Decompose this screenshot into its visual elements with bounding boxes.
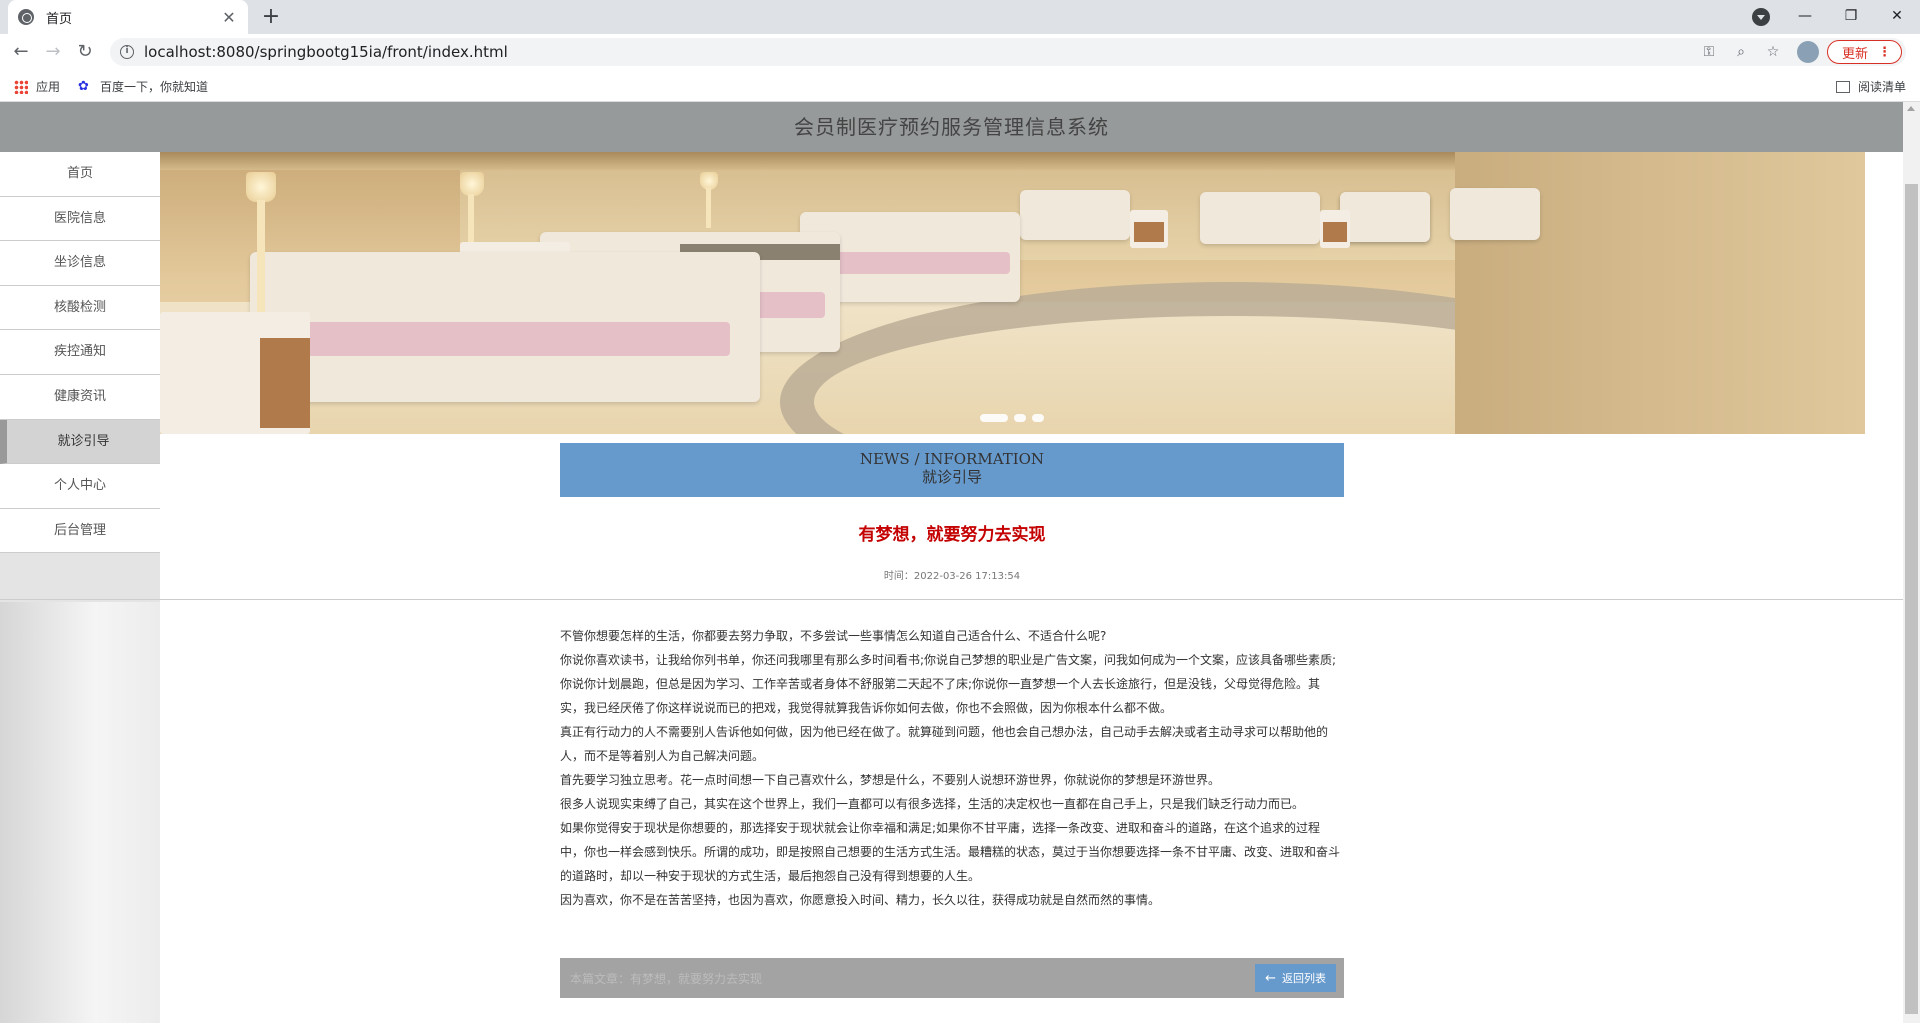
- address-bar[interactable]: i localhost:8080/springbootg15ia/front/i…: [110, 38, 1906, 66]
- bookmark-baidu[interactable]: ✿ 百度一下，你就知道: [78, 78, 208, 95]
- mattress-image: [270, 322, 730, 356]
- hospital-bed-image: [1450, 188, 1540, 240]
- sidebar-item-clinic-schedule[interactable]: 坐诊信息: [0, 241, 160, 286]
- scroll-up-icon[interactable]: [1907, 106, 1915, 111]
- sidebar-item-cdc-notice[interactable]: 疾控通知: [0, 330, 160, 375]
- scrollbar-thumb[interactable]: [1905, 184, 1918, 1014]
- article-paragraph: 如果你觉得安于现状是你想要的，那选择安于现状就会让你幸福和满足;如果你不甘平庸，…: [560, 821, 1341, 883]
- article-footer: 本篇文章：有梦想，就要努力去实现 ← 返回列表: [560, 958, 1344, 998]
- sidebar-nav: 首页 医院信息 坐诊信息 核酸检测 疾控通知 健康资讯 就诊引导 个人中心 后台…: [0, 152, 160, 554]
- browser-toolbar: ← → ↻ i localhost:8080/springbootg15ia/f…: [0, 34, 1920, 70]
- close-tab-icon[interactable]: ✕: [220, 8, 238, 27]
- url-text[interactable]: localhost:8080/springbootg15ia/front/ind…: [144, 43, 508, 61]
- reading-list-icon: [1836, 80, 1850, 93]
- reload-icon[interactable]: ↻: [72, 39, 98, 65]
- section-heading-en: NEWS / INFORMATION: [859, 450, 1045, 468]
- minimize-icon[interactable]: —: [1782, 0, 1828, 34]
- carousel-dot[interactable]: [1014, 414, 1026, 422]
- tab-search-icon[interactable]: [1752, 8, 1770, 26]
- sidebar-item-visit-guide[interactable]: 就诊引导: [0, 419, 160, 465]
- site-header: 会员制医疗预约服务管理信息系统: [0, 102, 1903, 152]
- back-to-list-button[interactable]: ← 返回列表: [1255, 964, 1336, 992]
- sidebar-footer: [0, 553, 160, 602]
- page-viewport: 会员制医疗预约服务管理信息系统 首页 医院信息 坐诊信息 核酸检测 疾控通知 健…: [0, 102, 1920, 1023]
- article-paragraph: 因为喜欢，你不是在苦苦坚持，也因为喜欢，你愿意投入时间、精力，长久以往，获得成功…: [560, 893, 1161, 907]
- mattress-image: [810, 252, 1010, 274]
- article-paragraph: 不管你想要怎样的生活，你都要去努力争取，不多尝试一些事情怎么知道自己适合什么、不…: [560, 629, 1107, 643]
- hospital-bed-image: [1340, 192, 1430, 242]
- back-arrow-icon[interactable]: ←: [8, 39, 34, 65]
- article-timestamp: 时间：2022-03-26 17:13:54: [883, 571, 1021, 582]
- avatar[interactable]: [1796, 41, 1819, 63]
- current-article-label: 本篇文章：有梦想，就要努力去实现: [570, 972, 763, 986]
- hospital-bed-image: [1020, 190, 1130, 240]
- globe-icon: [18, 9, 34, 25]
- divider: [160, 599, 1903, 600]
- drawer-image: [1134, 222, 1164, 242]
- arrow-left-icon: ←: [1265, 970, 1276, 986]
- tab-title: 首页: [46, 11, 73, 27]
- sidebar-item-health-news[interactable]: 健康资讯: [0, 374, 160, 420]
- article-paragraph: 很多人说现实束缚了自己，其实在这个世界上，我们一直都可以有很多选择，生活的决定权…: [560, 797, 1305, 811]
- lamp-image: [460, 172, 484, 196]
- article-paragraph: 首先要学习独立思考。花一点时间想一下自己喜欢什么，梦想是什么，不要别人说想环游世…: [560, 773, 1221, 787]
- carousel-dot[interactable]: [1032, 414, 1044, 422]
- lamp-stand-image: [706, 188, 711, 228]
- sidebar-item-personal-center[interactable]: 个人中心: [0, 464, 160, 509]
- update-label: 更新: [1841, 46, 1868, 62]
- bookmark-star-icon[interactable]: ☆: [1757, 44, 1789, 60]
- browser-tab-strip: 首页 ✕ + — ❐ ✕: [0, 0, 1920, 34]
- page-scrollbar[interactable]: [1903, 102, 1920, 1023]
- reading-list[interactable]: 阅读清单: [1836, 78, 1906, 95]
- hospital-bed-image: [1200, 192, 1320, 244]
- bookmarks-bar: 应用 ✿ 百度一下，你就知道 阅读清单: [0, 70, 1920, 102]
- drawer-image: [260, 338, 310, 428]
- sidebar: 首页 医院信息 坐诊信息 核酸检测 疾控通知 健康资讯 就诊引导 个人中心 后台…: [0, 152, 160, 1023]
- forward-arrow-icon[interactable]: →: [40, 39, 66, 65]
- article-title: 有梦想，就要努力去实现: [858, 525, 1046, 545]
- banner-carousel[interactable]: [160, 152, 1865, 434]
- bookmark-apps[interactable]: 应用: [14, 78, 60, 95]
- section-heading: NEWS / INFORMATION 就诊引导: [560, 443, 1344, 497]
- sidebar-item-hospital-info[interactable]: 医院信息: [0, 196, 160, 242]
- bookmark-label: 百度一下，你就知道: [100, 80, 209, 94]
- baidu-paw-icon: ✿: [78, 78, 89, 94]
- article-paragraph: 你说你喜欢读书，让我给你列书单，你还问我哪里有那么多时间看书;你说自己梦想的职业…: [560, 653, 1337, 715]
- restore-icon[interactable]: ❐: [1828, 0, 1874, 34]
- lamp-stand-image: [257, 200, 265, 312]
- update-button[interactable]: 更新 ⋮: [1826, 40, 1902, 64]
- sidebar-item-nucleic-test[interactable]: 核酸检测: [0, 285, 160, 331]
- site-title: 会员制医疗预约服务管理信息系统: [794, 115, 1109, 139]
- reading-list-label: 阅读清单: [1858, 80, 1907, 94]
- carousel-pager: [980, 414, 1044, 422]
- lamp-image: [246, 172, 276, 202]
- carousel-dot[interactable]: [980, 414, 1008, 422]
- article-paragraph: 真正有行动力的人不需要别人告诉他如何做，因为他已经在做了。就算碰到问题，他也会自…: [560, 725, 1329, 763]
- article-body: 不管你想要怎样的生活，你都要去努力争取，不多尝试一些事情怎么知道自己适合什么、不…: [560, 624, 1344, 912]
- drawer-image: [1323, 222, 1347, 242]
- bookmark-label: 应用: [36, 80, 61, 94]
- more-menu-icon: ⋮: [1878, 44, 1891, 60]
- lamp-stand-image: [468, 194, 474, 242]
- new-tab-icon[interactable]: +: [258, 4, 284, 30]
- divider: [0, 599, 160, 600]
- key-icon[interactable]: ⚿: [1693, 44, 1725, 60]
- section-heading-cn: 就诊引导: [921, 468, 982, 486]
- site-info-icon[interactable]: i: [120, 45, 134, 59]
- zoom-icon[interactable]: ⌕: [1725, 44, 1757, 60]
- sidebar-item-home[interactable]: 首页: [0, 152, 160, 197]
- back-to-list-label: 返回列表: [1282, 972, 1326, 985]
- apps-grid-icon: [14, 79, 28, 94]
- sidebar-item-admin[interactable]: 后台管理: [0, 508, 160, 554]
- browser-tab[interactable]: 首页 ✕: [8, 0, 248, 34]
- window-close-icon[interactable]: ✕: [1874, 0, 1920, 34]
